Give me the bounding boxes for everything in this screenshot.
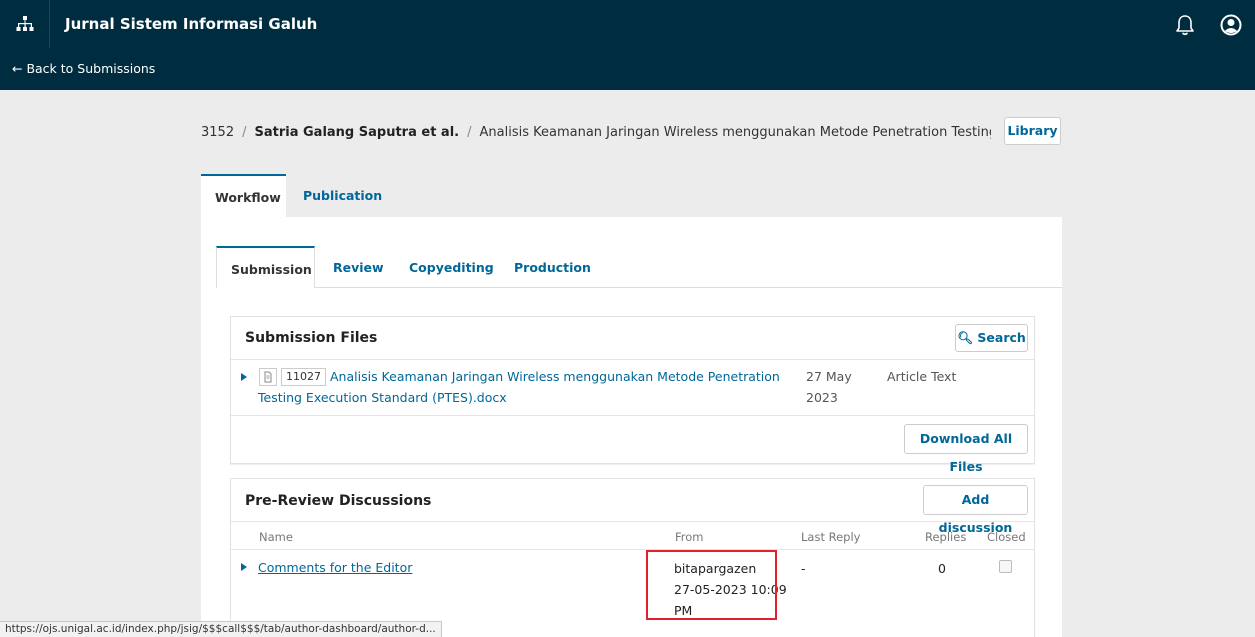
site-title[interactable]: Jurnal Sistem Informasi Galuh — [65, 15, 317, 33]
highlight-annotation-box — [646, 550, 777, 620]
column-header-from: From — [675, 530, 704, 544]
tab-workflow[interactable]: Workflow — [201, 174, 286, 217]
discussion-closed-checkbox[interactable] — [999, 560, 1012, 573]
discussion-link[interactable]: Comments for the Editor — [258, 557, 412, 578]
library-button[interactable]: Library — [1004, 117, 1061, 145]
tab-submission[interactable]: Submission — [216, 246, 315, 288]
file-id-badge: 11027 — [281, 368, 326, 386]
divider — [231, 521, 1034, 522]
sitemap-icon — [16, 16, 34, 31]
tab-review[interactable]: Review — [333, 260, 384, 275]
sitemap-button[interactable] — [0, 0, 50, 48]
user-circle-icon[interactable] — [1220, 14, 1242, 36]
divider — [231, 549, 1034, 550]
tab-production[interactable]: Production — [514, 260, 591, 275]
submission-id: 3152 — [201, 125, 235, 140]
expand-arrow-icon[interactable] — [241, 373, 247, 381]
discussions-title: Pre-Review Discussions — [245, 493, 432, 509]
expand-arrow-icon[interactable] — [241, 563, 247, 571]
breadcrumb-separator: / — [242, 125, 247, 140]
file-name-link-cont[interactable]: Testing Execution Standard (PTES).docx — [258, 387, 507, 408]
top-navbar: Jurnal Sistem Informasi Galuh ← Back to … — [0, 0, 1255, 90]
divider — [231, 415, 1034, 416]
column-header-closed: Closed — [987, 530, 1026, 544]
breadcrumb-separator: / — [467, 125, 472, 140]
stage-tabs-divider — [216, 287, 1062, 288]
search-icon: 🔍︎ — [957, 330, 974, 345]
pre-review-discussions-panel: Pre-Review Discussions Add discussion Na… — [230, 478, 1035, 637]
submission-title: Analisis Keamanan Jaringan Wireless meng… — [479, 125, 992, 140]
tab-publication[interactable]: Publication — [303, 188, 382, 203]
file-name-link[interactable]: Analisis Keamanan Jaringan Wireless meng… — [330, 366, 780, 387]
discussion-last-reply: - — [801, 561, 806, 576]
browser-status-url: https://ojs.unigal.ac.id/index.php/jsig/… — [0, 621, 442, 637]
bell-icon[interactable] — [1174, 14, 1196, 36]
download-all-files-button[interactable]: Download All Files — [904, 424, 1028, 474]
column-header-name: Name — [259, 530, 293, 544]
search-button-label: Search — [977, 330, 1026, 345]
file-date-year: 2023 — [806, 390, 838, 405]
file-type: Article Text — [887, 369, 957, 384]
submission-authors: Satria Galang Saputra et al. — [254, 125, 460, 140]
tab-copyediting[interactable]: Copyediting — [409, 260, 494, 275]
submission-files-title: Submission Files — [245, 330, 378, 346]
search-button[interactable]: 🔍︎ Search — [955, 324, 1028, 352]
column-header-replies: Replies — [925, 530, 967, 544]
submission-files-panel: Submission Files 🔍︎ Search 11027 Analisi… — [230, 316, 1035, 474]
add-discussion-button[interactable]: Add discussion — [923, 485, 1028, 535]
column-header-last-reply: Last Reply — [801, 530, 861, 544]
breadcrumb: 3152 / Satria Galang Saputra et al. / Analis… — [201, 125, 991, 140]
discussion-replies-count: 0 — [938, 561, 946, 576]
document-icon — [259, 368, 277, 386]
divider — [231, 359, 1034, 360]
back-to-submissions-link[interactable]: ← Back to Submissions — [12, 61, 155, 76]
file-date: 27 May — [806, 369, 852, 384]
